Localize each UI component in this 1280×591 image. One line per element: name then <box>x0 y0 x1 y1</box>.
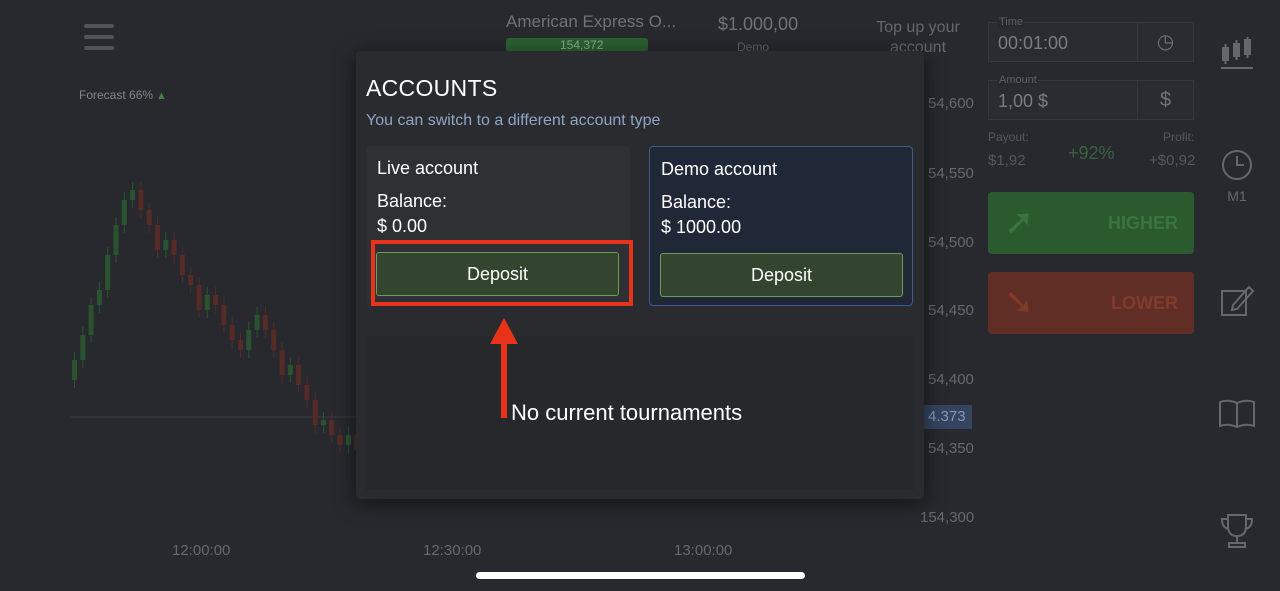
no-tournaments-text: No current tournaments <box>511 400 743 425</box>
modal-subtitle: You can switch to a different account ty… <box>366 112 661 129</box>
balance-label: Balance: <box>661 192 732 212</box>
demo-account-card[interactable]: Demo account Balance: $ 1000.00 Deposit <box>649 146 913 306</box>
balance-value: $ 0.00 <box>377 216 428 236</box>
account-name: Live account <box>377 158 479 178</box>
home-indicator[interactable] <box>476 572 805 579</box>
annotation-highlight-box <box>371 240 633 306</box>
balance-value: $ 1000.00 <box>661 217 742 237</box>
balance-label: Balance: <box>377 191 448 211</box>
account-name: Demo account <box>661 159 778 179</box>
demo-deposit-button[interactable]: Deposit <box>660 253 903 297</box>
modal-title: ACCOUNTS <box>366 75 498 101</box>
